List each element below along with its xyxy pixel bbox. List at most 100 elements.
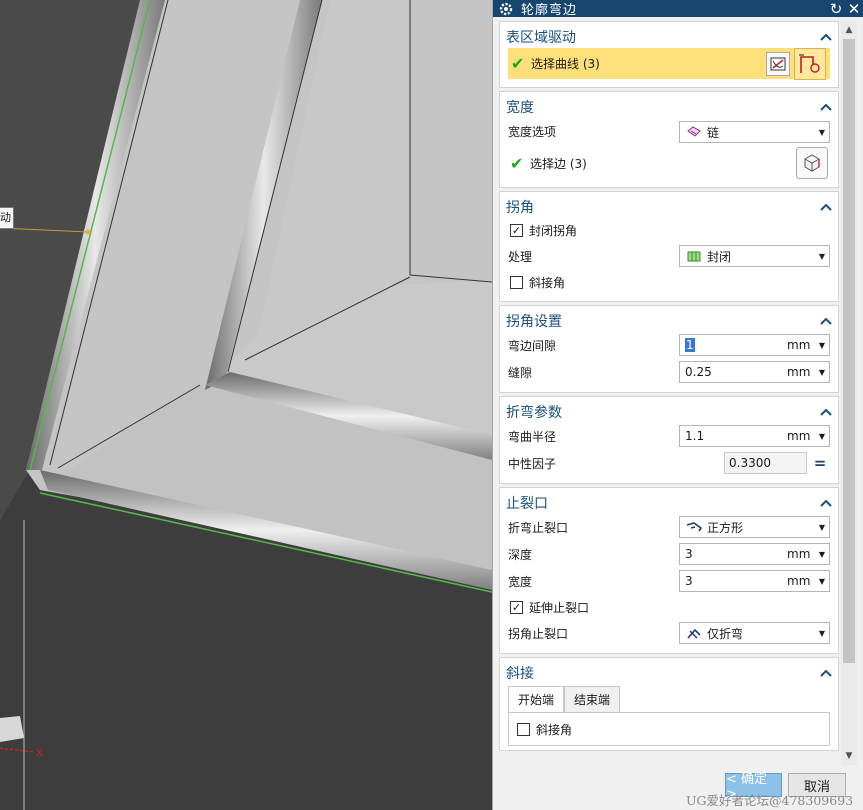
dropdown-arrow-icon: ▼: [818, 127, 826, 137]
group-title: 折弯参数: [506, 405, 562, 421]
bend-radius-input[interactable]: 1.1 mm ▼: [679, 425, 830, 447]
checkmark-icon: ✔: [510, 153, 524, 173]
vertical-scrollbar[interactable]: ▲ ▼: [841, 21, 857, 765]
bend-radius-row: 弯曲半径 1.1 mm ▼: [500, 423, 838, 450]
miter-tabs: 开始端 结束端: [508, 686, 830, 712]
bend-relief-value: 正方形: [707, 520, 744, 535]
group-header[interactable]: 宽度: [500, 96, 838, 118]
bend-relief-dropdown[interactable]: 正方形 ▼: [679, 516, 830, 538]
extend-relief-checkbox[interactable]: ✓: [510, 601, 523, 614]
flange-gap-row: 弯边间隙 1 mm ▼: [500, 332, 838, 359]
chevron-up-icon[interactable]: [820, 102, 832, 112]
select-edge-label: 选择边 (3): [530, 156, 587, 171]
relief-width-row: 宽度 3 mm ▼: [500, 568, 838, 595]
graphics-viewport[interactable]: X 动: [0, 0, 492, 810]
dropdown-arrow-icon[interactable]: ▼: [815, 577, 829, 586]
formula-button[interactable]: =: [809, 452, 831, 474]
relief-depth-row: 深度 3 mm ▼: [500, 541, 838, 568]
group-header[interactable]: 折弯参数: [500, 401, 838, 423]
viewport-callout-tag: 动: [0, 207, 14, 229]
tab-finish-end[interactable]: 结束端: [564, 686, 621, 712]
dialog-title: 轮廓弯边: [521, 3, 578, 18]
group-header[interactable]: 斜接: [500, 662, 838, 684]
scroll-up-icon[interactable]: ▲: [844, 25, 854, 35]
flange-gap-input[interactable]: 1 mm ▼: [679, 334, 830, 356]
dropdown-arrow-icon[interactable]: ▼: [815, 432, 829, 441]
extend-relief-label: 延伸止裂口: [529, 601, 590, 615]
group-header[interactable]: 表区域驱动: [500, 26, 838, 48]
dropdown-arrow-icon[interactable]: ▼: [815, 368, 829, 377]
bend-relief-row: 折弯止裂口 正方形 ▼: [500, 514, 838, 541]
miter-angle-checkbox[interactable]: [517, 722, 530, 736]
dropdown-arrow-icon[interactable]: ▼: [815, 341, 829, 350]
relief-depth-input[interactable]: 3 mm ▼: [679, 543, 830, 565]
bend-radius-value: 1.1: [685, 429, 705, 443]
curve-filter-icon: [770, 57, 786, 70]
square-relief-icon: [686, 522, 702, 532]
chevron-up-icon[interactable]: [820, 498, 832, 508]
relief-depth-unit[interactable]: mm: [787, 547, 815, 561]
group-header[interactable]: 拐角: [500, 196, 838, 218]
select-curve-row[interactable]: ✔ 选择曲线 (3): [508, 47, 830, 80]
dropdown-arrow-icon[interactable]: ▼: [815, 550, 829, 559]
select-curve-label: 选择曲线 (3): [531, 57, 600, 71]
corner-miter-checkbox[interactable]: [510, 276, 523, 289]
width-option-row: 宽度选项 链 ▼: [500, 118, 838, 145]
group-title: 拐角设置: [506, 314, 562, 330]
width-option-value: 链: [707, 125, 720, 140]
close-icon[interactable]: ✕: [845, 1, 863, 17]
contour-flange-dialog: 轮廓弯边 ↻ ✕ 表区域驱动 ✔ 选择曲线 (3) 宽度 宽度选项 链 ▼ ✔ …: [492, 0, 863, 810]
chevron-up-icon[interactable]: [820, 202, 832, 212]
relief-width-input[interactable]: 3 mm ▼: [679, 570, 830, 592]
group-corner: 拐角 ✓ 封闭拐角 处理 封闭 ▼ 斜接角: [499, 191, 839, 302]
corner-relief-value: 仅折弯: [707, 626, 744, 641]
curve-filter-button[interactable]: [766, 51, 790, 76]
reset-icon[interactable]: ↻: [827, 1, 845, 17]
scrollbar-thumb[interactable]: [843, 39, 855, 663]
close-corner-row[interactable]: ✓ 封闭拐角: [500, 218, 838, 243]
seam-unit[interactable]: mm: [787, 365, 815, 379]
bend-only-icon: [687, 628, 701, 639]
chevron-up-icon[interactable]: [820, 668, 832, 678]
group-relief: 止裂口 折弯止裂口 正方形 ▼ 深度 3 mm ▼ 宽度 3 mm ▼ ✓ 延伸…: [499, 487, 839, 654]
select-edge-button[interactable]: [796, 147, 828, 179]
close-corner-checkbox[interactable]: ✓: [510, 224, 523, 237]
flange-gap-unit[interactable]: mm: [787, 338, 815, 352]
gear-icon: [499, 2, 513, 15]
bend-radius-unit[interactable]: mm: [787, 429, 815, 443]
process-value: 封闭: [707, 249, 732, 264]
close-corner-icon: [687, 251, 701, 262]
group-header[interactable]: 拐角设置: [500, 310, 838, 332]
group-surface-drive: 表区域驱动 ✔ 选择曲线 (3): [499, 21, 839, 88]
scroll-down-icon[interactable]: ▼: [844, 751, 854, 761]
seam-value: 0.25: [685, 365, 712, 379]
seam-row: 缝隙 0.25 mm ▼: [500, 359, 838, 386]
group-title: 表区域驱动: [506, 30, 576, 46]
sketch-section-icon: [799, 53, 820, 73]
relief-width-unit[interactable]: mm: [787, 574, 815, 588]
chevron-up-icon[interactable]: [820, 32, 832, 42]
corner-miter-label: 斜接角: [529, 276, 566, 290]
dropdown-arrow-icon: ▼: [818, 628, 826, 638]
cube-icon: [804, 154, 820, 172]
corner-relief-dropdown[interactable]: 仅折弯 ▼: [679, 622, 830, 644]
group-width: 宽度 宽度选项 链 ▼ ✔ 选择边 (3): [499, 91, 839, 188]
dialog-content: 表区域驱动 ✔ 选择曲线 (3) 宽度 宽度选项 链 ▼ ✔ 选择边 (3) 拐…: [499, 21, 839, 765]
extend-relief-row[interactable]: ✓ 延伸止裂口: [500, 595, 838, 620]
select-edge-row: ✔ 选择边 (3): [500, 145, 838, 181]
process-dropdown[interactable]: 封闭 ▼: [679, 245, 830, 267]
sketch-section-button[interactable]: [794, 47, 826, 80]
group-header[interactable]: 止裂口: [500, 492, 838, 514]
k-factor-row: 中性因子 0.3300 =: [500, 450, 838, 477]
miter-tab-body: 斜接角: [508, 712, 830, 746]
width-option-dropdown[interactable]: 链 ▼: [679, 121, 830, 143]
chevron-up-icon[interactable]: [820, 316, 832, 326]
tab-start-end[interactable]: 开始端: [508, 686, 565, 712]
dialog-titlebar: 轮廓弯边 ↻ ✕: [493, 0, 863, 18]
seam-input[interactable]: 0.25 mm ▼: [679, 361, 830, 383]
relief-depth-value: 3: [685, 547, 693, 561]
chevron-up-icon[interactable]: [820, 407, 832, 417]
relief-width-value: 3: [685, 574, 693, 588]
corner-miter-row[interactable]: 斜接角: [500, 270, 838, 295]
k-factor-field[interactable]: 0.3300: [724, 452, 807, 474]
